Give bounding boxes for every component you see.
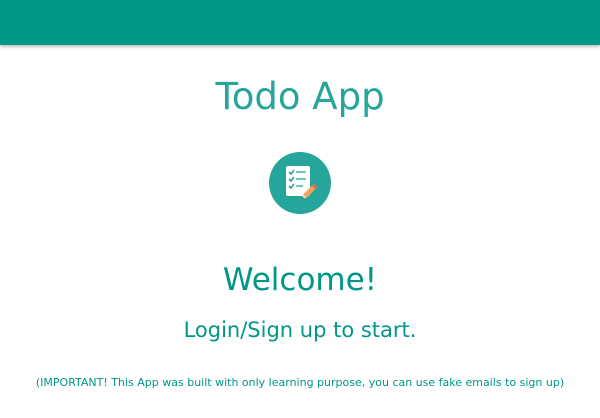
checklist-pencil-icon — [286, 166, 318, 199]
important-notice: (IMPORTANT! This App was built with only… — [35, 376, 565, 389]
top-app-bar — [0, 0, 600, 45]
app-logo — [269, 152, 331, 214]
login-signup-prompt: Login/Sign up to start. — [183, 318, 417, 342]
app-title: Todo App — [215, 75, 385, 118]
welcome-heading: Welcome! — [222, 262, 378, 298]
